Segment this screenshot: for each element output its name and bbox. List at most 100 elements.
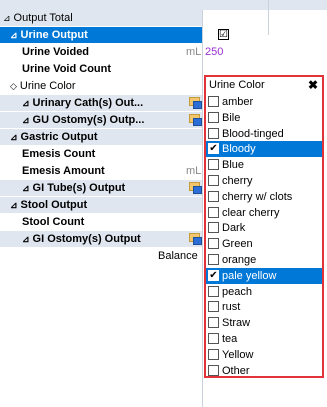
checkbox-icon[interactable] [208, 159, 219, 171]
checkbox-icon[interactable] [208, 96, 219, 107]
unit-label: mL [186, 165, 202, 177]
option-item[interactable]: Bile [206, 110, 322, 126]
collapse-triangle-icon[interactable]: ⊿ [10, 30, 18, 40]
flowsheet-row[interactable]: ⊿ GU Ostomy(s) Outp... [0, 112, 202, 129]
checkbox-icon[interactable] [208, 364, 219, 376]
checkbox-icon[interactable] [208, 333, 219, 344]
flowsheet-row[interactable]: ⊿ Urine Output [0, 27, 202, 44]
flowsheet-row[interactable]: ⊿ Urinary Cath(s) Out... [0, 95, 202, 112]
device-icon[interactable] [189, 97, 202, 109]
option-item[interactable]: Straw [206, 315, 322, 331]
row-label-text: Gastric Output [20, 131, 98, 143]
diamond-icon[interactable]: ◇ [10, 81, 17, 91]
checkbox-icon[interactable] [208, 222, 219, 234]
collapse-triangle-icon[interactable]: ⊿ [10, 132, 18, 142]
option-item[interactable]: Blue [206, 157, 322, 173]
option-item[interactable]: ✔ pale yellow [206, 267, 322, 284]
checkbox-icon[interactable] [208, 254, 219, 265]
option-item[interactable]: Green [206, 236, 322, 252]
row-label: Emesis Amount [22, 163, 105, 180]
flowsheet-row[interactable]: ⊿ Stool Output [0, 197, 202, 214]
value-cell[interactable] [203, 10, 327, 27]
device-icon[interactable] [189, 233, 202, 245]
close-icon[interactable]: ✖ [308, 77, 318, 94]
option-label: Dark [222, 222, 246, 235]
option-label: Blood-tinged [222, 127, 284, 140]
option-item[interactable]: ✔ Bloody [206, 141, 322, 158]
row-label: Stool Count [22, 214, 84, 231]
option-label: Bloody [222, 143, 256, 156]
option-label: Green [222, 238, 253, 251]
option-label: Other [222, 364, 250, 377]
checkbox-checked-icon[interactable]: ✔ [208, 143, 219, 155]
row-label-text: Stool Count [22, 216, 85, 228]
flowsheet-row[interactable]: ⊿ Gastric Output [0, 129, 202, 146]
flowsheet-row[interactable]: ◇ Urine Color [0, 78, 202, 95]
option-item[interactable]: cherry w/ clots [206, 189, 322, 205]
collapse-triangle-icon[interactable]: ⊿ [22, 115, 30, 125]
option-label: cherry [222, 175, 253, 187]
flowsheet-row[interactable]: Emesis Amount mL [0, 163, 202, 180]
option-label: orange [222, 254, 257, 266]
checkbox-icon[interactable] [208, 317, 219, 329]
option-label: Yellow [222, 348, 254, 361]
option-item[interactable]: Blood-tinged [206, 126, 322, 142]
checkbox-icon[interactable] [208, 301, 219, 313]
row-label-text: GI Ostomy(s) Output [32, 233, 141, 245]
row-label: ⊿ GI Ostomy(s) Output [22, 231, 141, 248]
option-item[interactable]: Yellow [206, 347, 322, 363]
flowsheet-row[interactable]: Emesis Count [0, 146, 202, 163]
row-label-text: Emesis Count [22, 148, 96, 160]
collapse-triangle-icon[interactable]: ⊿ [22, 234, 30, 244]
option-item[interactable]: tea [206, 331, 322, 347]
row-label: ⊿ Gastric Output [10, 129, 98, 146]
option-item[interactable]: clear cherry [206, 205, 322, 221]
checkbox-icon[interactable] [208, 348, 219, 360]
flowsheet-row[interactable]: Balance [0, 248, 202, 265]
value-cell[interactable]: ☑ [203, 27, 327, 44]
row-label: Emesis Count [22, 146, 95, 163]
device-icon[interactable] [189, 114, 202, 126]
checkbox-icon[interactable] [208, 238, 219, 250]
flowsheet-row[interactable]: ⊿ GI Ostomy(s) Output [0, 231, 202, 248]
collapse-triangle-icon[interactable]: ⊿ [10, 200, 18, 210]
row-label-text: Urine Voided [22, 46, 90, 58]
option-item[interactable]: amber [206, 94, 322, 110]
checkbox-icon[interactable] [208, 285, 219, 297]
checkbox-checked-icon[interactable]: ☑ [218, 29, 229, 40]
row-label: ⊿ Stool Output [10, 197, 87, 214]
option-item[interactable]: rust [206, 299, 322, 315]
option-label: Bile [222, 111, 241, 124]
checkbox-icon[interactable] [208, 206, 219, 218]
row-label: Urine Voided [22, 44, 89, 61]
row-label-text: GU Ostomy(s) Outp... [32, 114, 145, 126]
option-item[interactable]: Other [206, 363, 322, 379]
option-item[interactable]: orange [206, 252, 322, 268]
flowsheet-row[interactable]: Urine Void Count [0, 61, 202, 78]
device-icon[interactable] [189, 182, 202, 194]
checkbox-checked-icon[interactable]: ✔ [208, 269, 219, 281]
checkbox-icon[interactable] [208, 111, 219, 123]
collapse-triangle-icon[interactable]: ⊿ [22, 98, 30, 108]
flowsheet-row[interactable]: Urine Voided mL [0, 44, 202, 61]
option-label: pale yellow [222, 269, 277, 282]
grid-header-strip [0, 0, 327, 10]
option-item[interactable]: Dark [206, 220, 322, 236]
checkbox-icon[interactable] [208, 127, 219, 139]
collapse-triangle-icon[interactable]: ⊿ [3, 13, 11, 23]
option-item[interactable]: cherry [206, 173, 322, 189]
checkbox-icon[interactable] [208, 190, 219, 202]
flowsheet-row[interactable]: Stool Count [0, 214, 202, 231]
flowsheet-row[interactable]: ⊿ Output Total [0, 10, 202, 27]
option-label: cherry w/ clots [222, 190, 293, 203]
option-label: clear cherry [222, 206, 280, 219]
urine-color-popup: Urine Color ✖ amber Bile Blood-tinged ✔ Bloo… [204, 75, 324, 378]
value-cell[interactable]: 250 [203, 44, 327, 61]
flowsheet-row[interactable]: ⊿ GI Tube(s) Output [0, 180, 202, 197]
option-item[interactable]: peach [206, 284, 322, 300]
collapse-triangle-icon[interactable]: ⊿ [22, 183, 30, 193]
checkbox-icon[interactable] [208, 175, 219, 186]
popup-title: Urine Color [209, 79, 265, 91]
option-label: Straw [222, 317, 251, 330]
row-label-text: Output Total [13, 12, 73, 24]
